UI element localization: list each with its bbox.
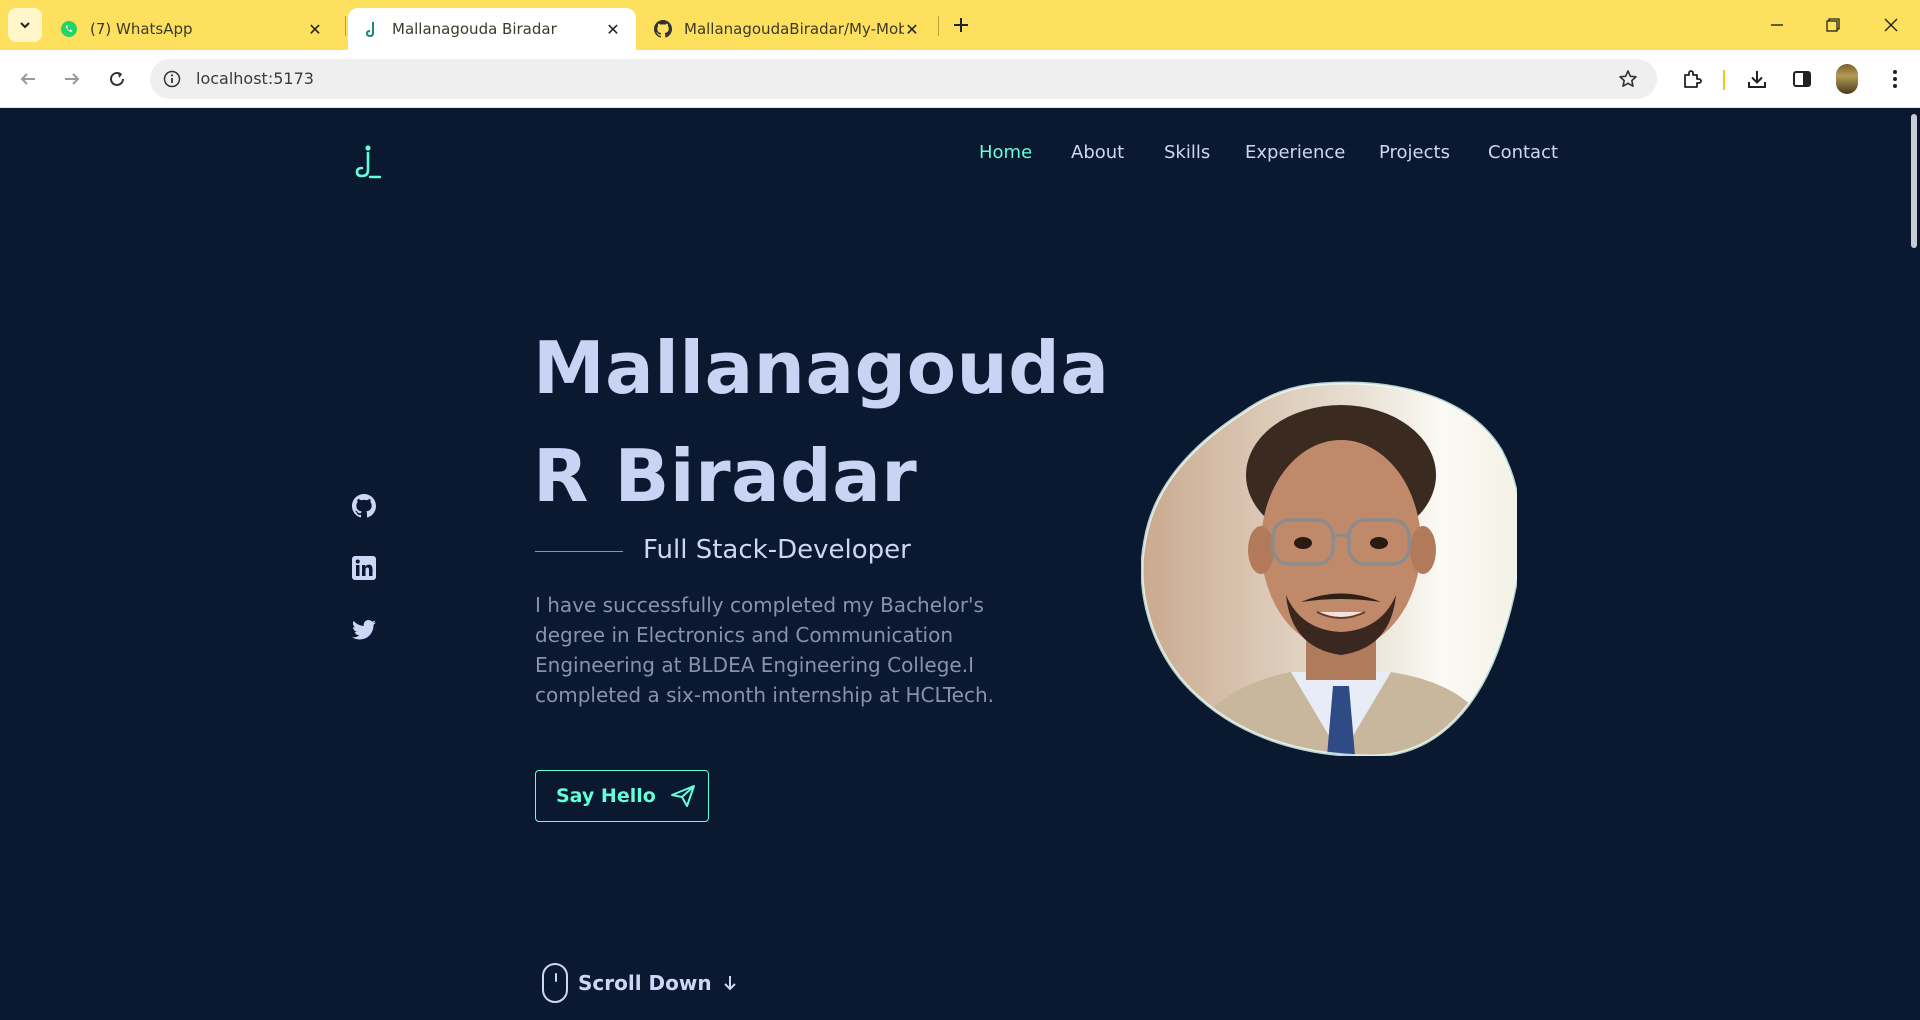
nav-experience[interactable]: Experience [1245, 142, 1345, 163]
puzzle-icon [1684, 70, 1702, 88]
restore-icon [1826, 18, 1840, 32]
kebab-menu-icon [1893, 70, 1897, 88]
github-icon [654, 20, 672, 38]
arrow-left-icon [20, 73, 35, 85]
github-link[interactable] [351, 493, 377, 519]
reload-button[interactable] [102, 64, 132, 94]
profile-portrait [1141, 381, 1517, 756]
site-info-icon[interactable] [162, 69, 182, 89]
close-tab-icon[interactable]: ✕ [604, 20, 622, 39]
back-button[interactable] [13, 64, 43, 94]
role-divider [535, 551, 623, 552]
github-icon [352, 494, 376, 518]
logo-icon [355, 145, 382, 179]
new-tab-button[interactable] [948, 12, 974, 38]
address-bar[interactable]: localhost:5173 [150, 59, 1657, 99]
linkedin-link[interactable] [351, 555, 377, 581]
arrow-right-icon [65, 73, 80, 85]
tab-title: Mallanagouda Biradar [392, 20, 557, 38]
nav-skills[interactable]: Skills [1164, 142, 1210, 163]
say-hello-label: Say Hello [556, 785, 656, 807]
profile-avatar[interactable] [1836, 64, 1858, 94]
nav-contact[interactable]: Contact [1488, 142, 1558, 163]
tab-title: MallanagoudaBiradar/My-Mobi [684, 20, 904, 38]
portfolio-page: Home About Skills Experience Projects Co… [0, 108, 1920, 1020]
tab-whatsapp[interactable]: (7) WhatsApp ✕ [48, 8, 338, 50]
tab-github[interactable]: MallanagoudaBiradar/My-Mobi ✕ [640, 8, 935, 50]
scroll-down-label: Scroll Down [578, 971, 712, 995]
tab-title: (7) WhatsApp [90, 20, 193, 38]
tab-search-button[interactable] [8, 8, 42, 42]
arrow-down-icon [723, 976, 736, 991]
whatsapp-icon [60, 20, 78, 38]
browser-tab-bar: (7) WhatsApp ✕ Mallanagouda Biradar ✕ Ma… [0, 0, 1920, 50]
browser-menu-button[interactable] [1880, 64, 1910, 94]
side-panel-button[interactable] [1787, 64, 1817, 94]
nav-projects[interactable]: Projects [1379, 142, 1450, 163]
minimize-button[interactable] [1762, 10, 1792, 40]
url-text: localhost:5173 [196, 69, 314, 88]
toolbar-separator [1723, 70, 1725, 90]
hero-description: I have successfully completed my Bachelo… [535, 593, 995, 707]
nav-home[interactable]: Home [979, 142, 1032, 163]
hero-name-line1: Mallanagouda [533, 326, 1110, 410]
mouse-icon [542, 963, 568, 1003]
twitter-icon [352, 619, 376, 640]
tab-separator [345, 16, 346, 36]
say-hello-button[interactable]: Say Hello [535, 770, 709, 822]
close-tab-icon[interactable]: ✕ [903, 20, 921, 39]
hero-name-line2: R Biradar [533, 434, 918, 518]
forward-button[interactable] [57, 64, 87, 94]
restore-button[interactable] [1818, 10, 1848, 40]
scrollbar-thumb[interactable] [1911, 114, 1917, 248]
close-tab-icon[interactable]: ✕ [306, 20, 324, 39]
side-panel-icon [1793, 71, 1811, 87]
tab-separator [938, 16, 939, 36]
chevron-down-icon [20, 22, 30, 29]
reload-icon [110, 71, 124, 86]
hero-role: Full Stack-Developer [643, 535, 911, 565]
downloads-button[interactable] [1742, 64, 1772, 94]
download-icon [1748, 71, 1766, 88]
nav-about[interactable]: About [1071, 142, 1124, 163]
tab-portfolio[interactable]: Mallanagouda Biradar ✕ [348, 8, 636, 50]
page-scrollbar[interactable] [1906, 108, 1920, 1020]
site-logo-icon [362, 20, 380, 38]
site-logo[interactable] [350, 144, 384, 182]
close-icon [1884, 18, 1898, 32]
linkedin-icon [352, 556, 376, 580]
paper-plane-icon [670, 785, 695, 807]
close-window-button[interactable] [1876, 10, 1906, 40]
scroll-down-link[interactable]: Scroll Down [542, 963, 738, 1003]
browser-toolbar: localhost:5173 [0, 50, 1920, 108]
twitter-link[interactable] [351, 617, 377, 643]
minimize-icon [1771, 24, 1783, 26]
extensions-button[interactable] [1677, 64, 1707, 94]
plus-icon [954, 18, 968, 32]
bookmark-star-icon[interactable] [1617, 68, 1639, 90]
